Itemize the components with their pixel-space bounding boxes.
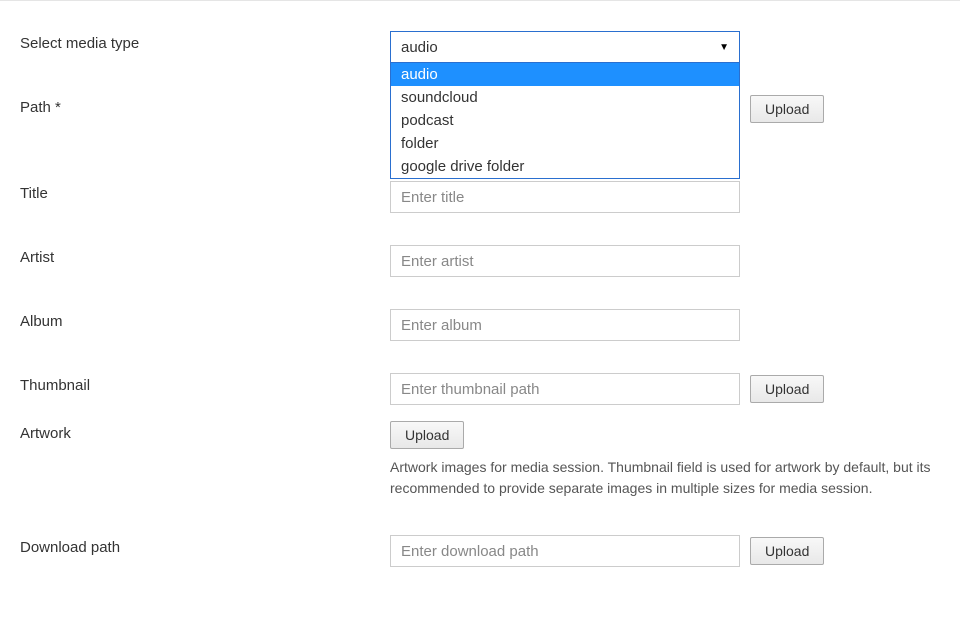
row-title: Title	[20, 181, 940, 213]
field-artwork: Upload Artwork images for media session.…	[390, 421, 940, 499]
label-path: Path *	[20, 95, 390, 116]
label-thumbnail: Thumbnail	[20, 373, 390, 394]
thumbnail-input[interactable]	[390, 373, 740, 405]
row-album: Album	[20, 309, 940, 341]
media-type-select-wrapper: audio ▼ audio soundcloud podcast folder …	[390, 31, 740, 63]
label-download-path: Download path	[20, 535, 390, 556]
label-artist: Artist	[20, 245, 390, 266]
form-container: Select media type audio ▼ audio soundclo…	[0, 0, 960, 619]
row-download-path: Download path Upload	[20, 535, 940, 567]
field-download-path: Upload	[390, 535, 940, 567]
option-soundcloud[interactable]: soundcloud	[391, 86, 739, 109]
thumbnail-upload-button[interactable]: Upload	[750, 375, 824, 403]
option-audio[interactable]: audio	[391, 63, 739, 86]
label-media-type: Select media type	[20, 31, 390, 52]
album-input[interactable]	[390, 309, 740, 341]
row-artist: Artist	[20, 245, 940, 277]
artwork-upload-button[interactable]: Upload	[390, 421, 464, 449]
row-artwork: Artwork Upload Artwork images for media …	[20, 421, 940, 499]
media-type-dropdown: audio soundcloud podcast folder google d…	[390, 62, 740, 179]
download-path-input[interactable]	[390, 535, 740, 567]
field-artist	[390, 245, 940, 277]
path-upload-button[interactable]: Upload	[750, 95, 824, 123]
row-thumbnail: Thumbnail Upload	[20, 373, 940, 405]
field-album	[390, 309, 940, 341]
option-folder[interactable]: folder	[391, 132, 739, 155]
option-podcast[interactable]: podcast	[391, 109, 739, 132]
title-input[interactable]	[390, 181, 740, 213]
label-title: Title	[20, 181, 390, 202]
field-title	[390, 181, 940, 213]
chevron-down-icon: ▼	[719, 42, 729, 53]
option-google-drive-folder[interactable]: google drive folder	[391, 155, 739, 178]
artist-input[interactable]	[390, 245, 740, 277]
row-media-type: Select media type audio ▼ audio soundclo…	[20, 31, 940, 63]
media-type-selected-value: audio	[401, 39, 438, 56]
media-type-select[interactable]: audio ▼	[390, 31, 740, 63]
download-path-upload-button[interactable]: Upload	[750, 537, 824, 565]
field-media-type: audio ▼ audio soundcloud podcast folder …	[390, 31, 940, 63]
artwork-help-text: Artwork images for media session. Thumbn…	[390, 457, 940, 499]
label-album: Album	[20, 309, 390, 330]
field-thumbnail: Upload	[390, 373, 940, 405]
label-artwork: Artwork	[20, 421, 390, 442]
